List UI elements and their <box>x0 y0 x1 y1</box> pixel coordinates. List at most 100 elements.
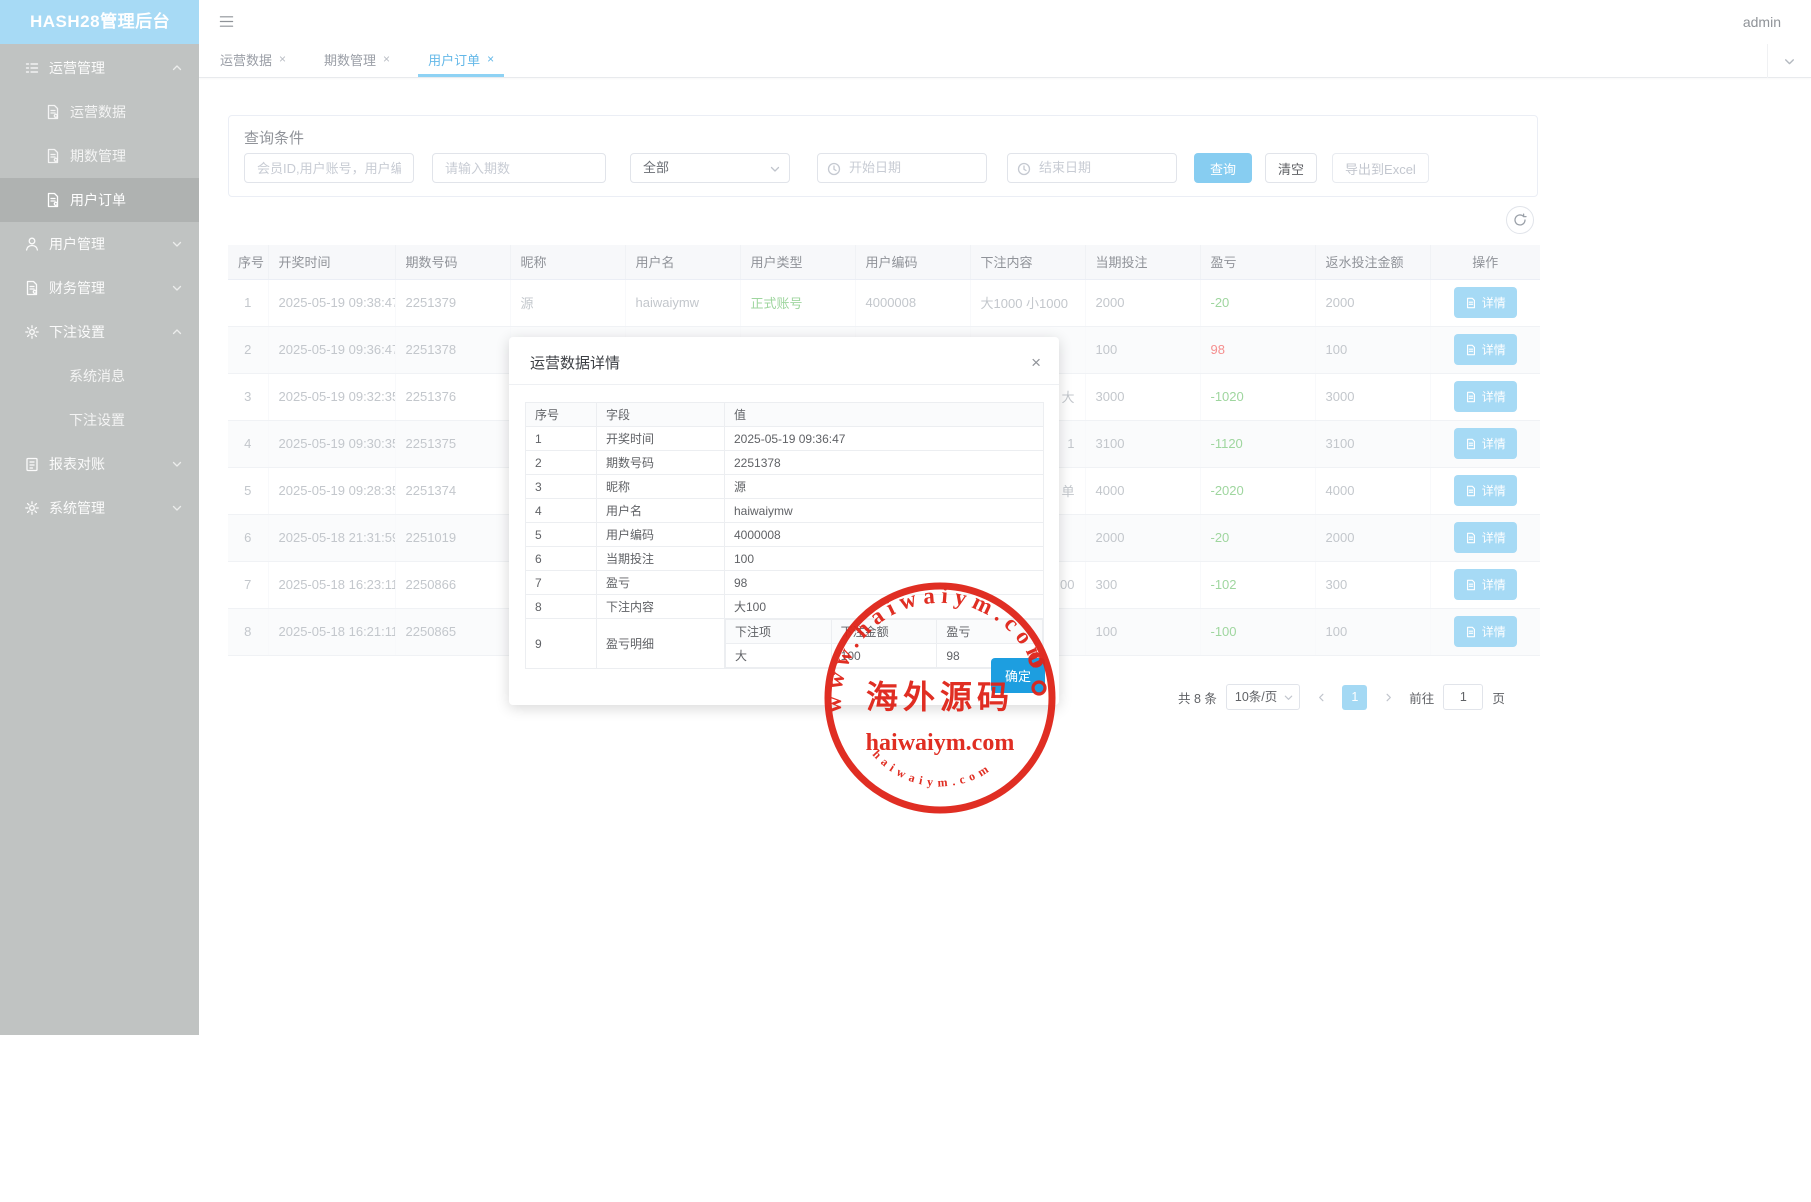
cell: 98 <box>1200 326 1315 373</box>
detail-button[interactable]: 详情 <box>1454 428 1517 459</box>
detail-button[interactable]: 详情 <box>1454 475 1517 506</box>
modal-footer: 确定 <box>991 658 1045 693</box>
tab-close-icon[interactable]: × <box>279 52 286 66</box>
tab-overflow-button[interactable] <box>1767 44 1811 78</box>
cell: 2025-05-18 21:31:59 <box>268 514 395 561</box>
cell: 2000 <box>1085 279 1200 326</box>
sidebar-subitem-label: 运营数据 <box>70 102 126 122</box>
topbar: admin <box>199 0 1811 44</box>
cell: -20 <box>1200 514 1315 561</box>
sidebar-subitem-用户订单[interactable]: 用户订单 <box>0 178 199 222</box>
cell: 8 <box>228 608 268 655</box>
user-menu[interactable]: admin <box>1743 0 1781 44</box>
prev-page-button[interactable] <box>1309 685 1333 709</box>
tab-close-icon[interactable]: × <box>487 52 494 66</box>
pagination-total: 共 8 条 <box>1178 688 1217 707</box>
modal-cell: 当期投注 <box>597 547 725 571</box>
modal-cell: 4000008 <box>725 523 1044 547</box>
sidebar-subitem-下注设置[interactable]: 下注设置 <box>0 398 199 442</box>
end-date-picker[interactable]: 结束日期 <box>1007 153 1177 183</box>
tab-close-icon[interactable]: × <box>383 52 390 66</box>
sidebar-subitem-系统消息[interactable]: 系统消息 <box>0 354 199 398</box>
table-row: 12025-05-19 09:38:472251379源haiwaiymw正式账… <box>228 279 1540 326</box>
modal-cell: 用户名 <box>597 499 725 523</box>
close-icon[interactable]: × <box>1031 354 1041 371</box>
refresh-button[interactable] <box>1506 206 1534 234</box>
detail-modal: 运营数据详情 × 序号字段值 1开奖时间2025-05-19 09:36:472… <box>509 337 1059 705</box>
page-size-value: 10条/页 <box>1235 690 1277 704</box>
sidebar-subitem-label: 期数管理 <box>70 146 126 166</box>
modal-column-header-字段: 字段 <box>597 403 725 427</box>
modal-cell: 大100 <box>725 595 1044 619</box>
sidebar-item-财务管理[interactable]: 财务管理 <box>0 266 199 310</box>
cell: 2250866 <box>395 561 510 608</box>
app-window: HASH28管理后台 运营管理运营数据期数管理用户订单用户管理财务管理下注设置系… <box>0 0 1811 1202</box>
column-header-用户名: 用户名 <box>625 245 740 279</box>
modal-table-row: 4用户名haiwaiymw <box>526 499 1044 523</box>
modal-table-row: 3昵称源 <box>526 475 1044 499</box>
sidebar-item-用户管理[interactable]: 用户管理 <box>0 222 199 266</box>
modal-cell: 盈亏明细 <box>597 619 725 669</box>
cell-actions: 详情 <box>1430 514 1540 561</box>
sidebar-item-报表对账[interactable]: 报表对账 <box>0 442 199 486</box>
modal-header: 运营数据详情 × <box>509 337 1059 385</box>
tab-期数管理[interactable]: 期数管理 × <box>314 44 400 77</box>
sidebar-item-label: 财务管理 <box>49 278 105 298</box>
tab-用户订单[interactable]: 用户订单× <box>418 44 504 77</box>
doc-icon <box>24 280 40 296</box>
doc-icon <box>45 104 61 120</box>
sidebar: HASH28管理后台 运营管理运营数据期数管理用户订单用户管理财务管理下注设置系… <box>0 0 199 1035</box>
modal-column-header-序号: 序号 <box>526 403 597 427</box>
modal-table-row: 9盈亏明细下注项下注金额盈亏大10098 <box>526 619 1044 669</box>
doc-icon <box>45 192 61 208</box>
detail-button[interactable]: 详情 <box>1454 334 1517 365</box>
chevron-down-icon <box>171 502 183 514</box>
sidebar-subitem-期数管理[interactable]: 期数管理 <box>0 134 199 178</box>
document-icon <box>1465 344 1477 356</box>
sidebar-subitem-运营数据[interactable]: 运营数据 <box>0 90 199 134</box>
search-button[interactable]: 查询 <box>1194 153 1252 183</box>
modal-table-row: 8下注内容大100 <box>526 595 1044 619</box>
modal-cell: 昵称 <box>597 475 725 499</box>
cell-actions: 详情 <box>1430 373 1540 420</box>
member-search-input[interactable] <box>244 153 414 183</box>
cell: 3100 <box>1315 420 1430 467</box>
hamburger-menu-icon[interactable] <box>218 14 235 29</box>
detail-button-label: 详情 <box>1482 435 1506 452</box>
export-excel-button[interactable]: 导出到Excel <box>1332 153 1429 183</box>
next-page-button[interactable] <box>1376 685 1400 709</box>
detail-button[interactable]: 详情 <box>1454 287 1517 318</box>
detail-button[interactable]: 详情 <box>1454 381 1517 412</box>
clear-button[interactable]: 清空 <box>1265 153 1317 183</box>
page-size-select[interactable]: 10条/页 <box>1226 684 1300 710</box>
tab-label: 运营数据 <box>220 50 272 69</box>
detail-button[interactable]: 详情 <box>1454 569 1517 600</box>
page-number-button[interactable]: 1 <box>1342 685 1367 710</box>
modal-cell: haiwaiymw <box>725 499 1044 523</box>
cell-actions: 详情 <box>1430 561 1540 608</box>
user-type-select[interactable]: 全部 <box>630 153 790 183</box>
sidebar-item-运营管理[interactable]: 运营管理 <box>0 46 199 90</box>
modal-cell: 盈亏 <box>597 571 725 595</box>
cell: 4 <box>228 420 268 467</box>
cell: 5 <box>228 467 268 514</box>
modal-cell: 2251378 <box>725 451 1044 475</box>
goto-page-input[interactable] <box>1443 684 1483 710</box>
detail-button[interactable]: 详情 <box>1454 616 1517 647</box>
cell: 2251374 <box>395 467 510 514</box>
tab-label: 期数管理 <box>324 50 376 69</box>
sidebar-item-下注设置[interactable]: 下注设置 <box>0 310 199 354</box>
chevron-down-icon <box>171 238 183 250</box>
confirm-button[interactable]: 确定 <box>991 658 1045 693</box>
cell: 300 <box>1085 561 1200 608</box>
cell: 2025-05-19 09:38:47 <box>268 279 395 326</box>
start-date-picker[interactable]: 开始日期 <box>817 153 987 183</box>
cell: 7 <box>228 561 268 608</box>
period-input[interactable] <box>432 153 606 183</box>
detail-button[interactable]: 详情 <box>1454 522 1517 553</box>
sidebar-item-系统管理[interactable]: 系统管理 <box>0 486 199 530</box>
tab-运营数据[interactable]: 运营数据 × <box>210 44 296 77</box>
user-type-select-value: 全部 <box>643 160 669 175</box>
modal-table-header: 序号字段值 <box>526 403 1044 427</box>
modal-cell: 5 <box>526 523 597 547</box>
